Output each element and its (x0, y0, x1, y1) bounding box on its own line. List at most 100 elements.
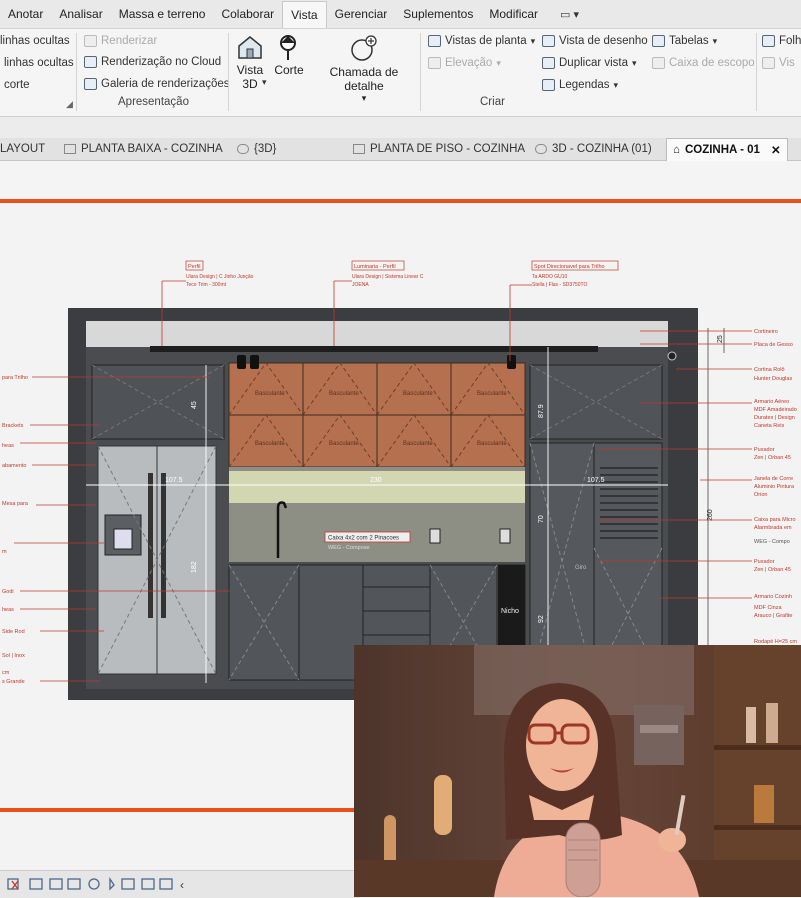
tab-area (0, 161, 801, 199)
ribbon-left-item-2[interactable]: linhas ocultas (4, 57, 74, 69)
galeria-button[interactable]: Galeria de renderizações (84, 78, 230, 90)
view-tabs: LAYOUT PLANTA BAIXA - COZINHA {3D} PLANT… (0, 138, 801, 161)
giro-label: Giro (575, 565, 587, 571)
corte-button[interactable]: Corte (274, 33, 304, 77)
svg-text:Puxador: Puxador (754, 447, 775, 453)
menu-massa-terreno[interactable]: Massa e terreno (111, 0, 214, 28)
3d-view-icon (535, 144, 547, 154)
status-tools: ‹ (7, 876, 184, 892)
tool-icon (109, 876, 115, 891)
svg-text:Basculante: Basculante (403, 391, 433, 397)
svg-text:Basculante: Basculante (329, 391, 359, 397)
svg-text:Side Rod: Side Rod (2, 629, 25, 635)
tab-planta-piso[interactable]: PLANTA DE PISO - COZINHA (353, 138, 525, 160)
svg-text:JOENA: JOENA (352, 282, 369, 288)
svg-text:Caixa para Micro: Caixa para Micro (754, 517, 796, 523)
menu-gerenciar[interactable]: Gerenciar (327, 0, 396, 28)
profile-rail (150, 346, 598, 352)
menu-suplementos[interactable]: Suplementos (395, 0, 481, 28)
tabelas-button[interactable]: Tabelas ▾ (652, 35, 717, 47)
svg-text:Godi: Godi (2, 589, 14, 595)
vista-3d-dropdown-icon[interactable]: ▾ (262, 77, 267, 88)
folha-button[interactable]: Folh (762, 35, 801, 47)
dim-mid-cab: 87.9 (538, 404, 545, 418)
vis-button[interactable]: Vis (762, 57, 795, 69)
led-glow (229, 471, 525, 503)
close-tab-icon[interactable]: ✕ (771, 143, 781, 157)
svg-text:Armario Cozinh: Armario Cozinh (754, 594, 792, 600)
ribbon-left-item-3[interactable]: corte (4, 79, 30, 91)
renderizar-button[interactable]: Renderizar (84, 35, 157, 47)
svg-text:Hunter Douglas: Hunter Douglas (754, 376, 792, 382)
svg-text:Arauco | Grafite: Arauco | Grafite (754, 613, 792, 619)
tab-layout[interactable]: LAYOUT (0, 138, 45, 160)
svg-text:WEG - Compo: WEG - Compo (754, 539, 790, 545)
spot-light (250, 355, 259, 369)
tool-icon (141, 878, 155, 890)
gallery-icon (84, 78, 97, 90)
svg-text:Alarmbrada em: Alarmbrada em (754, 525, 792, 531)
svg-text:Basculante: Basculante (255, 441, 285, 447)
legend-icon (542, 79, 555, 91)
menu-modificar[interactable]: Modificar (481, 0, 546, 28)
spot-light (507, 355, 516, 369)
svg-text:Aluminio Pintura: Aluminio Pintura (754, 484, 795, 490)
chamada-dropdown-icon[interactable]: ▾ (312, 93, 416, 104)
tab-cozinha-01[interactable]: ⌂ COZINHA - 01 ✕ (666, 138, 788, 161)
svg-text:Basculante: Basculante (477, 441, 507, 447)
panel-expand-icon[interactable]: ◢ (66, 99, 73, 110)
svg-text:Basculante: Basculante (255, 391, 285, 397)
outlet (499, 528, 511, 544)
svg-text:abamento: abamento (2, 463, 26, 469)
renderizacao-cloud-button[interactable]: Renderização no Cloud (84, 56, 221, 68)
tab-3d-cozinha[interactable]: 3D - COZINHA (01) (535, 138, 652, 160)
menu-colaborar[interactable]: Colaborar (213, 0, 282, 28)
duplicate-view-icon (542, 57, 555, 69)
svg-text:Puxador: Puxador (754, 559, 775, 565)
wall-note: Caixa 4x2 com 2 Pinacoes (328, 536, 399, 542)
svg-text:Sol | Inox: Sol | Inox (2, 653, 25, 659)
menu-analisar[interactable]: Analisar (51, 0, 110, 28)
svg-text:Ulara Design | C Jinho Junção: Ulara Design | C Jinho Junção (186, 274, 254, 280)
svg-text:Duratex | Design: Duratex | Design (754, 415, 795, 421)
ribbon-left-item-1[interactable]: linhas ocultas (0, 35, 70, 47)
caixa-escopo-button[interactable]: Caixa de escopo (652, 57, 755, 69)
house-icon: ⌂ (673, 144, 680, 156)
svg-text:MDF Cinza: MDF Cinza (754, 605, 782, 611)
svg-text:Cortina Rolô: Cortina Rolô (754, 367, 785, 373)
tab-3d[interactable]: {3D} (237, 138, 276, 160)
tool-icon (49, 878, 63, 890)
svg-text:Luminaria - Perfil: Luminaria - Perfil (354, 264, 396, 270)
webcam-overlay (354, 645, 801, 897)
dim-left-width: 107.5 (165, 477, 183, 484)
dim-lower-height: 92 (538, 615, 545, 623)
svg-text:Caneta Reis: Caneta Reis (754, 423, 785, 429)
dim-center-width: 230 (370, 477, 382, 484)
svg-text:Zen | Orban 45: Zen | Orban 45 (754, 455, 791, 461)
schedule-icon (652, 35, 665, 47)
menu-bar: Anotar Analisar Massa e terreno Colabora… (0, 0, 801, 29)
menu-vista[interactable]: Vista (282, 0, 327, 28)
elevation-icon (428, 57, 441, 69)
svg-text:Teco Trim - 300mt: Teco Trim - 300mt (186, 282, 227, 288)
menu-anotar[interactable]: Anotar (0, 0, 51, 28)
vista-desenho-button[interactable]: Vista de desenho (542, 35, 648, 47)
tool-icon (159, 878, 173, 890)
legendas-button[interactable]: Legendas ▾ (542, 79, 618, 91)
elevacao-button[interactable]: Elevação ▾ (428, 57, 501, 69)
svg-text:Ta ARDO GU10: Ta ARDO GU10 (532, 274, 568, 280)
tab-planta-baixa[interactable]: PLANTA BAIXA - COZINHA (64, 138, 223, 160)
tool-icon (121, 878, 135, 890)
svg-text:Zen | Orban 45: Zen | Orban 45 (754, 567, 791, 573)
duplicar-vista-button[interactable]: Duplicar vista ▾ (542, 57, 637, 69)
window-dropdown-icon[interactable]: ▭ ▾ (560, 8, 579, 21)
tool-icon (29, 878, 43, 890)
sheet-icon (762, 35, 775, 47)
tool-icon (67, 878, 81, 890)
svg-text:heas: heas (2, 443, 14, 449)
dim-total-height: 260 (707, 509, 714, 521)
chamada-detalhe-button[interactable]: Chamada de detalhe ▾ (312, 33, 416, 104)
vistas-planta-button[interactable]: Vistas de planta ▾ (428, 35, 535, 47)
svg-text:m: m (2, 549, 7, 555)
status-bar: ‹ (0, 870, 360, 898)
